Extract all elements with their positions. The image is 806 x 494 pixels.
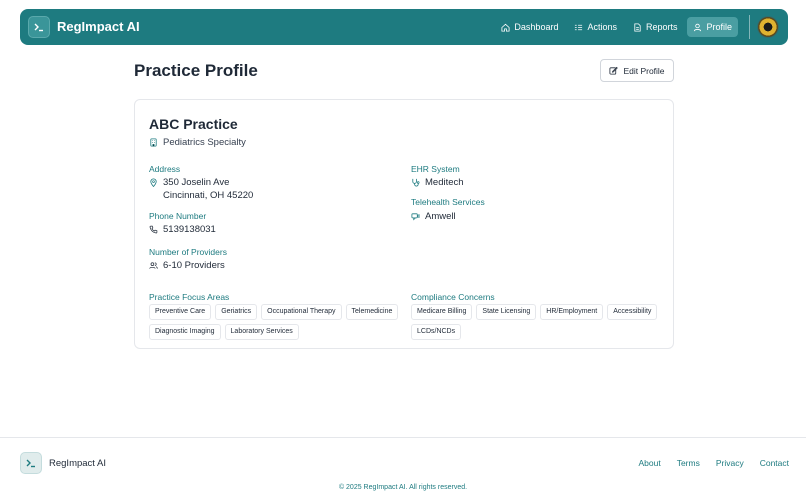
terminal-logo-icon[interactable]	[28, 16, 50, 38]
footer-link-about[interactable]: About	[638, 458, 660, 468]
focus-tag: Laboratory Services	[224, 324, 299, 340]
practice-name: ABC Practice	[149, 116, 238, 132]
telehealth-value: Amwell	[411, 210, 456, 223]
user-avatar[interactable]	[757, 16, 779, 38]
video-chat-icon	[411, 213, 420, 221]
map-pin-icon	[150, 178, 157, 187]
stethoscope-icon	[412, 178, 420, 187]
nav-actions[interactable]: Actions	[568, 17, 623, 37]
providers-value: 6-10 Providers	[149, 259, 225, 272]
nav-reports[interactable]: Reports	[627, 17, 684, 37]
compliance-label: Compliance Concerns	[411, 292, 495, 302]
telehealth-service: Amwell	[425, 211, 456, 222]
compliance-tag: Accessibility	[607, 304, 658, 320]
file-icon	[634, 22, 641, 32]
brand-name[interactable]: RegImpact AI	[57, 19, 140, 34]
page-title: Practice Profile	[134, 61, 258, 80]
focus-tag: Occupational Therapy	[261, 304, 342, 320]
ehr-value: Meditech	[411, 176, 464, 189]
ehr-system: Meditech	[425, 177, 464, 188]
main-nav: Dashboard Actions Reports Profile	[495, 17, 738, 37]
compliance-tag: Medicare Billing	[411, 304, 473, 320]
footer-terminal-logo-icon[interactable]	[20, 452, 42, 474]
compliance-tag: LCDs/NCDs	[411, 324, 462, 340]
footer-links: About Terms Privacy Contact	[638, 458, 789, 468]
focus-tag: Geriatrics	[215, 304, 258, 320]
address-label: Address	[149, 164, 181, 174]
footer-brand: RegImpact AI	[49, 458, 107, 469]
footer-divider	[0, 437, 806, 438]
nav-actions-label: Actions	[587, 22, 617, 32]
phone-icon	[149, 225, 158, 234]
list-icon	[575, 24, 583, 30]
copyright: © 2025 RegImpact AI. All rights reserved…	[338, 484, 468, 491]
compliance-tag: HR/Employment	[540, 304, 604, 320]
nav-profile-label: Profile	[706, 22, 732, 32]
home-icon	[501, 23, 510, 32]
providers-label: Number of Providers	[149, 247, 227, 257]
focus-tag: Preventive Care	[149, 304, 212, 320]
address-line2: Cincinnati, OH 45220	[163, 190, 254, 201]
address-line1: 350 Joselin Ave	[163, 177, 230, 188]
nav-divider	[749, 15, 750, 39]
building-icon	[150, 138, 157, 147]
nav-reports-label: Reports	[645, 22, 678, 32]
edit-profile-button[interactable]: Edit Profile	[600, 59, 674, 82]
user-icon	[694, 23, 702, 31]
practice-specialty: Pediatrics Specialty	[149, 137, 246, 148]
phone-label: Phone Number	[149, 211, 207, 221]
top-navbar: RegImpact AI Dashboard Actions Reports P…	[20, 9, 788, 45]
address-value: 350 Joselin Ave Cincinnati, OH 45220	[149, 176, 253, 202]
nav-dashboard-label: Dashboard	[514, 22, 559, 32]
specialty-text: Pediatrics Specialty	[163, 137, 246, 148]
edit-profile-label: Edit Profile	[623, 65, 665, 76]
nav-profile[interactable]: Profile	[687, 17, 738, 37]
users-icon	[149, 262, 158, 269]
telehealth-label: Telehealth Services	[411, 197, 485, 207]
edit-icon	[609, 66, 619, 75]
nav-dashboard[interactable]: Dashboard	[495, 17, 564, 37]
footer-link-privacy[interactable]: Privacy	[716, 458, 744, 468]
compliance-tags: Medicare Billing State Licensing HR/Empl…	[411, 304, 661, 340]
providers-count: 6-10 Providers	[163, 260, 225, 271]
focus-tag: Telemedicine	[345, 304, 399, 320]
phone-value: 5139138031	[149, 223, 216, 236]
focus-label: Practice Focus Areas	[149, 292, 230, 302]
focus-tags: Preventive Care Geriatrics Occupational …	[149, 304, 399, 340]
footer-link-terms[interactable]: Terms	[677, 458, 700, 468]
phone-number: 5139138031	[163, 224, 216, 235]
footer-link-contact[interactable]: Contact	[760, 458, 789, 468]
practice-card: ABC Practice Pediatrics Specialty Addres…	[134, 99, 674, 349]
compliance-tag: State Licensing	[476, 304, 537, 320]
focus-tag: Diagnostic Imaging	[149, 324, 221, 340]
ehr-label: EHR System	[411, 164, 460, 174]
